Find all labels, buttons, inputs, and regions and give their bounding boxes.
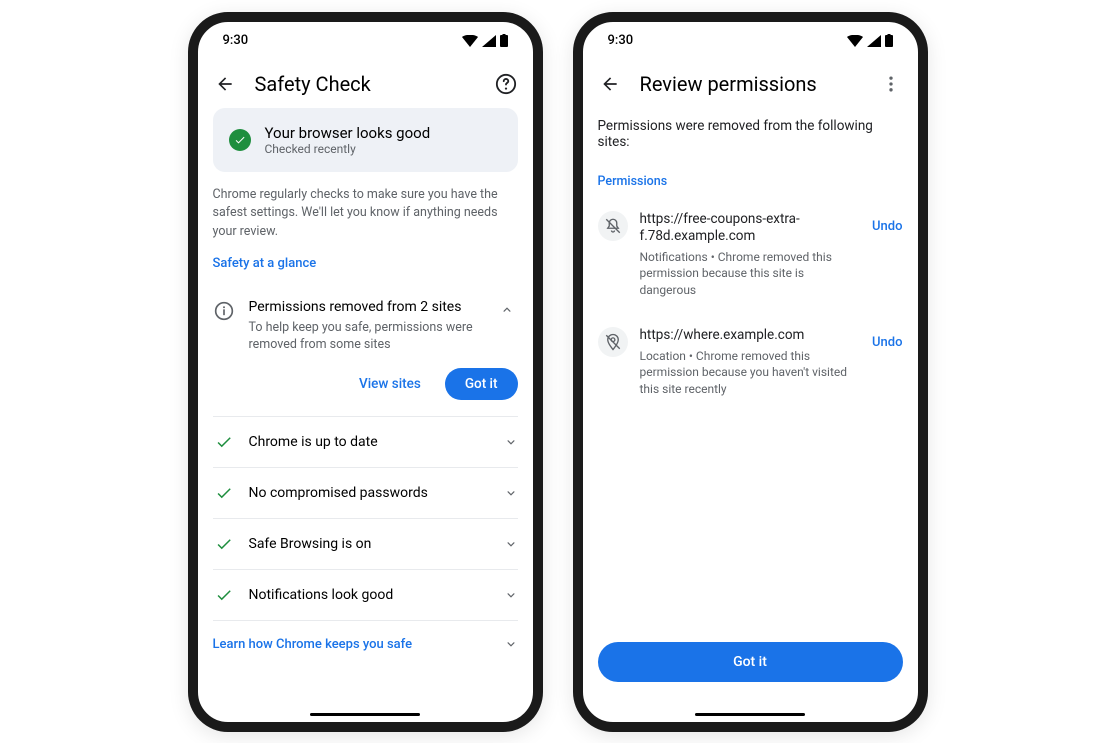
info-icon bbox=[213, 299, 235, 321]
check-label: Safe Browsing is on bbox=[249, 536, 490, 552]
home-indicator[interactable] bbox=[695, 713, 805, 716]
site-url: https://free-coupons-extra-f.78d.example… bbox=[640, 211, 861, 246]
check-icon bbox=[213, 484, 235, 502]
chevron-down-icon bbox=[504, 537, 518, 551]
check-circle-icon bbox=[229, 129, 251, 151]
safety-glance-label: Safety at a glance bbox=[213, 256, 518, 271]
help-button[interactable] bbox=[494, 72, 518, 96]
app-bar: Safety Check bbox=[198, 60, 533, 108]
got-it-button[interactable]: Got it bbox=[445, 368, 518, 400]
learn-more-row[interactable]: Learn how Chrome keeps you safe bbox=[213, 621, 518, 668]
learn-more-link[interactable]: Learn how Chrome keeps you safe bbox=[213, 637, 413, 652]
permissions-section-label: Permissions bbox=[598, 174, 903, 189]
notification-off-icon bbox=[598, 211, 628, 241]
check-row-notifications[interactable]: Notifications look good bbox=[213, 570, 518, 621]
chevron-down-icon bbox=[504, 486, 518, 500]
status-time: 9:30 bbox=[608, 33, 634, 48]
phone-right: 9:30 Review permissions Permissions were… bbox=[573, 12, 928, 732]
page-title: Review permissions bbox=[640, 72, 861, 96]
site-detail: Location • Chrome removed this permissio… bbox=[640, 348, 861, 398]
signal-icon bbox=[867, 35, 881, 47]
status-bar: 9:30 bbox=[198, 22, 533, 60]
wifi-icon bbox=[847, 35, 863, 47]
battery-icon bbox=[500, 34, 508, 47]
status-card-subtitle: Checked recently bbox=[265, 142, 431, 156]
view-sites-button[interactable]: View sites bbox=[345, 368, 435, 400]
safety-description: Chrome regularly checks to make sure you… bbox=[213, 186, 518, 242]
page-title: Safety Check bbox=[255, 72, 476, 96]
status-time: 9:30 bbox=[223, 33, 249, 48]
permissions-title: Permissions removed from 2 sites bbox=[249, 299, 482, 315]
battery-icon bbox=[885, 34, 893, 47]
check-icon bbox=[213, 433, 235, 451]
review-description: Permissions were removed from the follow… bbox=[598, 108, 903, 174]
status-card-title: Your browser looks good bbox=[265, 124, 431, 142]
check-icon bbox=[213, 535, 235, 553]
got-it-button[interactable]: Got it bbox=[598, 642, 903, 682]
check-label: Notifications look good bbox=[249, 587, 490, 603]
app-bar: Review permissions bbox=[583, 60, 918, 108]
site-row: https://where.example.com Location • Chr… bbox=[598, 317, 903, 416]
chevron-down-icon bbox=[504, 435, 518, 449]
permissions-subtitle: To help keep you safe, permissions were … bbox=[249, 319, 482, 354]
check-row-passwords[interactable]: No compromised passwords bbox=[213, 468, 518, 519]
undo-button[interactable]: Undo bbox=[872, 327, 902, 350]
status-bar: 9:30 bbox=[583, 22, 918, 60]
check-icon bbox=[213, 586, 235, 604]
browser-status-card: Your browser looks good Checked recently bbox=[213, 108, 518, 172]
location-off-icon bbox=[598, 327, 628, 357]
permissions-section[interactable]: Permissions removed from 2 sites To help… bbox=[213, 287, 518, 417]
more-menu-button[interactable] bbox=[879, 72, 903, 96]
check-label: Chrome is up to date bbox=[249, 434, 490, 450]
phone-left: 9:30 Safety Check Your browser l bbox=[188, 12, 543, 732]
chevron-down-icon bbox=[504, 588, 518, 602]
check-row-update[interactable]: Chrome is up to date bbox=[213, 417, 518, 468]
signal-icon bbox=[482, 35, 496, 47]
site-detail: Notifications • Chrome removed this perm… bbox=[640, 249, 861, 299]
chevron-up-icon[interactable] bbox=[496, 299, 518, 317]
site-row: https://free-coupons-extra-f.78d.example… bbox=[598, 201, 903, 317]
undo-button[interactable]: Undo bbox=[872, 211, 902, 234]
check-row-safebrowsing[interactable]: Safe Browsing is on bbox=[213, 519, 518, 570]
chevron-down-icon bbox=[504, 637, 518, 651]
back-button[interactable] bbox=[213, 72, 237, 96]
site-url: https://where.example.com bbox=[640, 327, 861, 345]
check-label: No compromised passwords bbox=[249, 485, 490, 501]
wifi-icon bbox=[462, 35, 478, 47]
home-indicator[interactable] bbox=[310, 713, 420, 716]
back-button[interactable] bbox=[598, 72, 622, 96]
